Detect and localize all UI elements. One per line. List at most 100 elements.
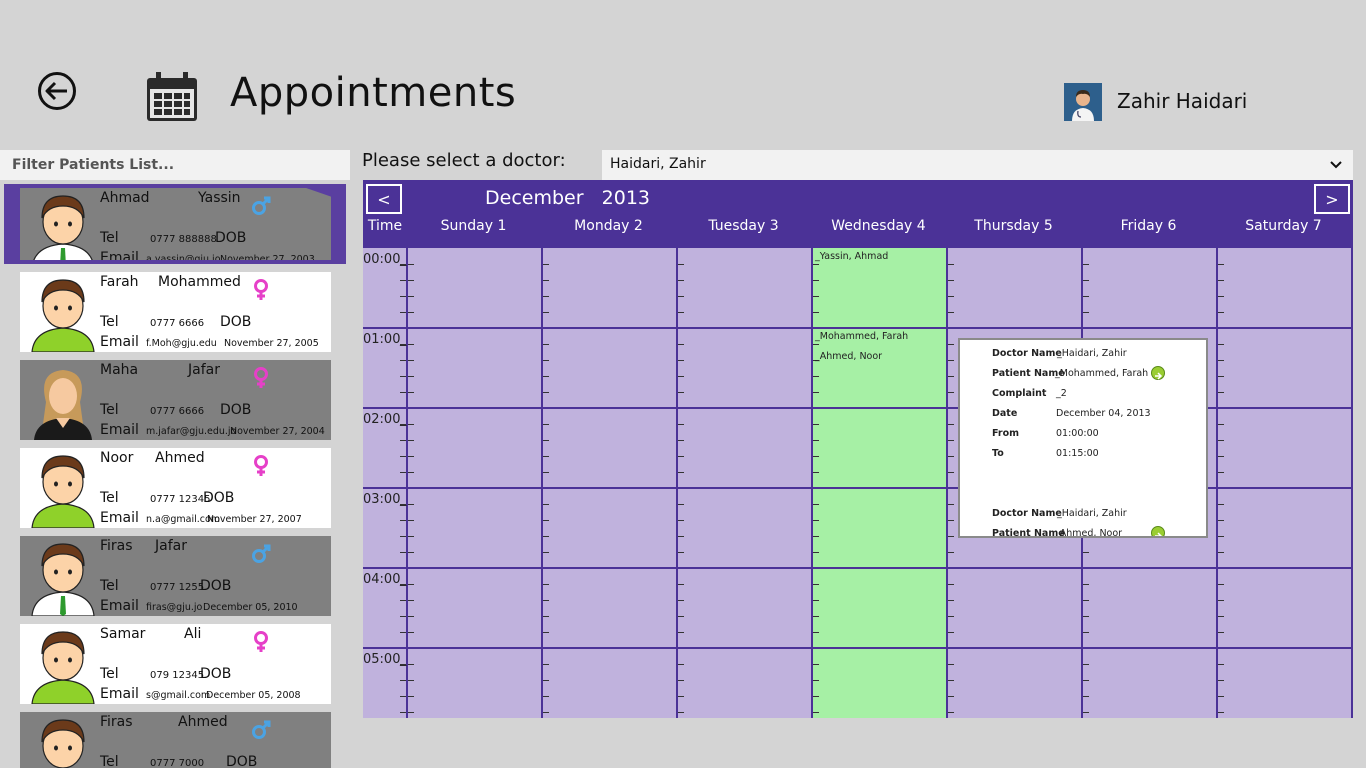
- slot-tick: [408, 424, 414, 425]
- slot-tick: [543, 424, 549, 425]
- patient-tel: 0777 888888: [150, 234, 217, 245]
- slot-tick: [400, 360, 406, 361]
- slot-tick: [948, 552, 954, 553]
- back-button[interactable]: [38, 72, 76, 110]
- popup-to-label: To: [992, 448, 1004, 459]
- slot-tick: [948, 472, 954, 473]
- slot-tick: [543, 440, 549, 441]
- slot-tick: [400, 264, 406, 265]
- user-avatar[interactable]: [1064, 83, 1102, 121]
- slot-tick: [1218, 280, 1224, 281]
- patient-last-name: Ali: [184, 626, 202, 642]
- patient-card[interactable]: Firas Jafar Tel 0777 1255 DOB Email fira…: [20, 536, 331, 616]
- popup-doctor-label: Doctor Name: [992, 348, 1062, 359]
- slot-tick: [678, 616, 684, 617]
- goto-patient-icon[interactable]: [1151, 366, 1165, 380]
- female-icon: [250, 630, 272, 654]
- slot-tick: [1083, 632, 1089, 633]
- slot-tick: [1083, 616, 1089, 617]
- patient-card[interactable]: Samar Ali Tel 079 12345 DOB Email s@gmai…: [20, 624, 331, 704]
- slot-tick: [408, 280, 414, 281]
- slot-tick: [948, 280, 954, 281]
- next-week-button[interactable]: >: [1314, 184, 1350, 214]
- slot-tick: [813, 680, 819, 681]
- slot-tick: [400, 632, 406, 633]
- popup-from-value: 01:00:00: [1056, 428, 1099, 439]
- patient-avatar: [28, 714, 98, 768]
- hour-label: 04:00: [363, 572, 401, 587]
- dob-label: DOB: [200, 578, 232, 594]
- slot-tick: [400, 424, 406, 425]
- slot-tick: [543, 632, 549, 633]
- slot-tick: [1218, 424, 1224, 425]
- slot-tick: [543, 360, 549, 361]
- slot-tick: [400, 312, 406, 313]
- slot-tick: [400, 616, 406, 617]
- female-icon: [250, 278, 272, 302]
- slot-tick: [678, 456, 684, 457]
- patient-filter-input[interactable]: [0, 150, 350, 180]
- slot-tick: [813, 552, 819, 553]
- chevron-down-icon: [1330, 161, 1342, 169]
- slot-tick: [813, 712, 819, 713]
- slot-tick: [813, 424, 819, 425]
- patient-tel: 0777 1255: [150, 582, 205, 593]
- slot-tick: [543, 696, 549, 697]
- appointment-entry[interactable]: _Yassin, Ahmad: [815, 251, 888, 262]
- slot-tick: [1083, 664, 1089, 665]
- slot-tick: [543, 664, 549, 665]
- patient-card[interactable]: Noor Ahmed Tel 0777 12345 DOB Email n.a@…: [20, 448, 331, 528]
- tel-label: Tel: [100, 666, 119, 682]
- slot-tick: [543, 280, 549, 281]
- patient-card[interactable]: Farah Mohammed Tel 0777 6666 DOB Email f…: [20, 272, 331, 352]
- slot-tick: [543, 456, 549, 457]
- patient-card[interactable]: Maha Jafar Tel 0777 6666 DOB Email m.jaf…: [20, 360, 331, 440]
- slot-tick: [1083, 680, 1089, 681]
- slot-tick: [948, 296, 954, 297]
- patient-card[interactable]: Firas Ahmed Tel 0777 7000 DOB Email: [20, 712, 331, 768]
- slot-tick: [813, 264, 819, 265]
- prev-week-button[interactable]: <: [366, 184, 402, 214]
- patient-dob: November 27, 2003: [220, 254, 315, 264]
- slot-tick: [1083, 600, 1089, 601]
- slot-tick: [948, 360, 954, 361]
- goto-patient-icon[interactable]: [1151, 526, 1165, 536]
- slot-tick: [948, 696, 954, 697]
- slot-tick: [678, 280, 684, 281]
- patient-last-name: Ahmed: [155, 450, 205, 466]
- popup-patient-label: Patient Name: [992, 368, 1065, 379]
- male-icon: [250, 194, 272, 218]
- day-header: Monday 2: [574, 218, 643, 234]
- slot-tick: [543, 472, 549, 473]
- dob-label: DOB: [203, 490, 235, 506]
- hour-divider: [363, 647, 1353, 649]
- doctor-select[interactable]: Haidari, Zahir: [602, 150, 1353, 180]
- user-name[interactable]: Zahir Haidari: [1117, 89, 1247, 113]
- slot-tick: [1218, 520, 1224, 521]
- slot-tick: [813, 296, 819, 297]
- hour-divider: [363, 327, 1353, 329]
- appointment-entry[interactable]: _Ahmed, Noor: [815, 351, 882, 362]
- slot-tick: [678, 680, 684, 681]
- slot-tick: [1083, 296, 1089, 297]
- slot-tick: [948, 712, 954, 713]
- appointment-entry[interactable]: _Mohammed, Farah: [815, 331, 908, 342]
- day-header: Tuesday 3: [708, 218, 779, 234]
- patient-dob: November 27, 2005: [224, 338, 319, 349]
- patient-list[interactable]: Ahmad Yassin Tel 0777 888888 DOB Email a…: [0, 183, 350, 768]
- patient-first-name: Firas: [100, 714, 133, 730]
- slot-tick: [678, 440, 684, 441]
- slot-tick: [813, 504, 819, 505]
- patient-last-name: Mohammed: [158, 274, 241, 290]
- day-header: Friday 6: [1120, 218, 1177, 234]
- slot-tick: [813, 392, 819, 393]
- slot-tick: [400, 680, 406, 681]
- patient-avatar: [28, 626, 98, 704]
- patient-card[interactable]: Ahmad Yassin Tel 0777 888888 DOB Email a…: [4, 184, 346, 264]
- patient-avatar: [28, 362, 98, 440]
- slot-tick: [813, 280, 819, 281]
- patient-first-name: Farah: [100, 274, 139, 290]
- popup-date-value: December 04, 2013: [1056, 408, 1151, 419]
- slot-tick: [408, 504, 414, 505]
- slot-tick: [408, 632, 414, 633]
